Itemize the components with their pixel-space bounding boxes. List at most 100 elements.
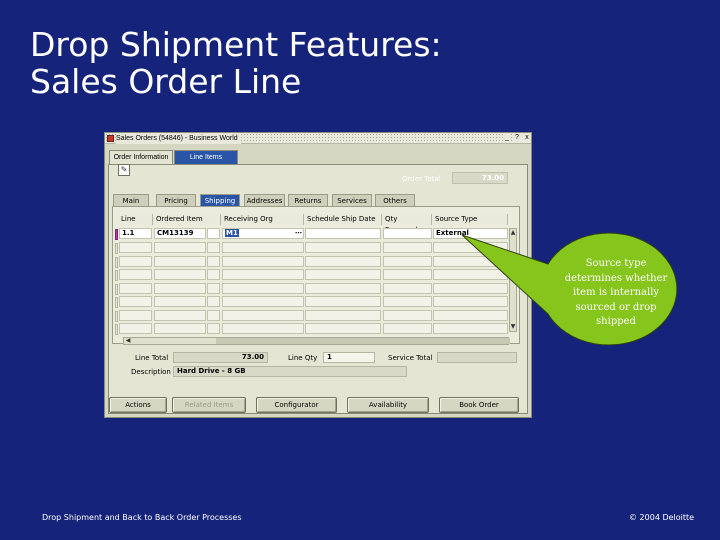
slide-title: Drop Shipment Features: Sales Order Line xyxy=(30,26,442,100)
grid-horizontal-scrollbar[interactable]: ◀ xyxy=(123,337,510,345)
cell-source-type-empty[interactable] xyxy=(433,242,508,253)
cell-ordered-item-extra-empty[interactable] xyxy=(207,242,220,253)
row-marker[interactable] xyxy=(115,270,118,281)
help-button[interactable]: ? xyxy=(513,134,521,142)
slide-title-line-1: Drop Shipment Features: xyxy=(30,25,442,64)
cell-schedule-ship-date-empty[interactable] xyxy=(305,323,381,334)
related-items-button[interactable]: Related Items xyxy=(172,397,246,413)
cell-line-empty[interactable] xyxy=(119,296,152,307)
row-marker[interactable] xyxy=(115,310,118,322)
row-marker[interactable] xyxy=(115,297,118,308)
cell-line-empty[interactable] xyxy=(119,242,152,253)
cell-receiving-org-empty[interactable] xyxy=(222,323,304,334)
cell-qty-reserved-empty[interactable] xyxy=(383,269,432,280)
cell-source-type-empty[interactable] xyxy=(433,255,508,267)
tab-line-items[interactable]: Line Items xyxy=(174,150,238,164)
cell-ordered-item-extra-empty[interactable] xyxy=(207,255,220,267)
cell-ordered-item-extra-empty[interactable] xyxy=(207,296,220,307)
cell-receiving-org-empty[interactable] xyxy=(222,282,304,294)
subtab-others[interactable]: Others xyxy=(375,194,415,206)
scroll-up-icon[interactable]: ▲ xyxy=(510,229,516,237)
scroll-down-icon[interactable]: ▼ xyxy=(510,323,516,331)
cell-receiving-org-empty[interactable] xyxy=(222,255,304,267)
cell-receiving-org-empty[interactable] xyxy=(222,269,304,280)
cell-line-empty[interactable] xyxy=(119,309,152,321)
row-marker[interactable] xyxy=(115,243,118,254)
cell-qty-reserved-empty[interactable] xyxy=(383,242,432,253)
cell-qty-reserved-empty[interactable] xyxy=(383,296,432,307)
row-marker-current[interactable] xyxy=(115,229,118,240)
cell-ordered-item-extra-empty[interactable] xyxy=(207,323,220,334)
cell-schedule-ship-date-empty[interactable] xyxy=(305,296,381,307)
configurator-button[interactable]: Configurator xyxy=(256,397,337,413)
line-qty-field[interactable]: 1 xyxy=(323,352,375,363)
slide-title-line-2: Sales Order Line xyxy=(30,62,302,101)
subtab-shipping[interactable]: Shipping xyxy=(200,194,240,206)
cell-source-type-empty[interactable] xyxy=(433,323,508,334)
availability-button[interactable]: Availability xyxy=(347,397,429,413)
cell-receiving-org-empty[interactable] xyxy=(222,296,304,307)
document-icon[interactable]: ✎ xyxy=(118,164,130,176)
row-marker[interactable] xyxy=(115,324,118,335)
subtab-services[interactable]: Services xyxy=(332,194,372,206)
subtab-main[interactable]: Main xyxy=(113,194,149,206)
cell-receiving-org-empty[interactable] xyxy=(222,309,304,321)
cell-ordered-item-extra[interactable] xyxy=(207,228,220,239)
cell-receiving-org[interactable]: M1 ⋯ xyxy=(222,228,304,239)
window-titlebar[interactable]: Sales Orders (54846) - Business World _ … xyxy=(105,133,531,144)
cell-ordered-item-extra-empty[interactable] xyxy=(207,282,220,294)
actions-button[interactable]: Actions xyxy=(109,397,167,413)
cell-qty-reserved[interactable] xyxy=(383,228,432,239)
minimize-button[interactable]: _ xyxy=(503,134,511,142)
subtab-addresses[interactable]: Addresses xyxy=(244,194,285,206)
close-button[interactable]: x xyxy=(523,134,531,142)
cell-schedule-ship-date-empty[interactable] xyxy=(305,282,381,294)
cell-ordered-item[interactable]: CM13139 xyxy=(154,228,206,239)
subtab-pricing[interactable]: Pricing xyxy=(156,194,196,206)
cell-line-empty[interactable] xyxy=(119,269,152,280)
cell-source-type-empty[interactable] xyxy=(433,269,508,280)
cell-receiving-org-empty[interactable] xyxy=(222,242,304,253)
cell-qty-reserved-empty[interactable] xyxy=(383,309,432,321)
column-header-qty-reserved: Qty Reserved xyxy=(382,214,432,234)
cell-schedule-ship-date-empty[interactable] xyxy=(305,255,381,267)
cell-ordered-item-extra-empty[interactable] xyxy=(207,269,220,280)
cell-source-type-empty[interactable] xyxy=(433,296,508,307)
cell-line-empty[interactable] xyxy=(119,282,152,294)
subtab-returns[interactable]: Returns xyxy=(288,194,328,206)
description-field: Hard Drive - 8 GB xyxy=(173,366,407,377)
cell-qty-reserved-empty[interactable] xyxy=(383,323,432,334)
cell-line-empty[interactable] xyxy=(119,255,152,267)
tab-order-information[interactable]: Order Information xyxy=(109,150,173,164)
cell-ordered-item-empty[interactable] xyxy=(154,309,206,321)
description-label: Description xyxy=(131,368,171,376)
grid-vertical-scrollbar[interactable]: ▲ ▼ xyxy=(509,228,517,332)
list-of-values-icon[interactable]: ⋯ xyxy=(295,229,302,238)
cell-ordered-item-empty[interactable] xyxy=(154,323,206,334)
column-header-source-type: Source Type xyxy=(432,214,508,225)
scroll-left-icon[interactable]: ◀ xyxy=(124,338,132,344)
cell-qty-reserved-empty[interactable] xyxy=(383,282,432,294)
scroll-thumb[interactable] xyxy=(216,338,510,344)
window-app-icon xyxy=(107,135,114,142)
cell-source-type[interactable]: External xyxy=(433,228,508,239)
cell-ordered-item-empty[interactable] xyxy=(154,269,206,280)
cell-schedule-ship-date-empty[interactable] xyxy=(305,269,381,280)
cell-line-empty[interactable] xyxy=(119,323,152,334)
cell-source-type-empty[interactable] xyxy=(433,282,508,294)
cell-ordered-item-empty[interactable] xyxy=(154,255,206,267)
row-marker[interactable] xyxy=(115,283,118,295)
cell-schedule-ship-date[interactable] xyxy=(305,228,381,239)
cell-line[interactable]: 1.1 xyxy=(119,228,152,239)
cell-ordered-item-empty[interactable] xyxy=(154,296,206,307)
cell-ordered-item-empty[interactable] xyxy=(154,282,206,294)
book-order-button[interactable]: Book Order xyxy=(439,397,519,413)
cell-ordered-item-empty[interactable] xyxy=(154,242,206,253)
cell-source-type-empty[interactable] xyxy=(433,309,508,321)
row-marker[interactable] xyxy=(115,256,118,268)
cell-ordered-item-extra-empty[interactable] xyxy=(207,309,220,321)
cell-schedule-ship-date-empty[interactable] xyxy=(305,242,381,253)
cell-qty-reserved-empty[interactable] xyxy=(383,255,432,267)
cell-schedule-ship-date-empty[interactable] xyxy=(305,309,381,321)
line-total-field: 73.00 xyxy=(173,352,268,363)
